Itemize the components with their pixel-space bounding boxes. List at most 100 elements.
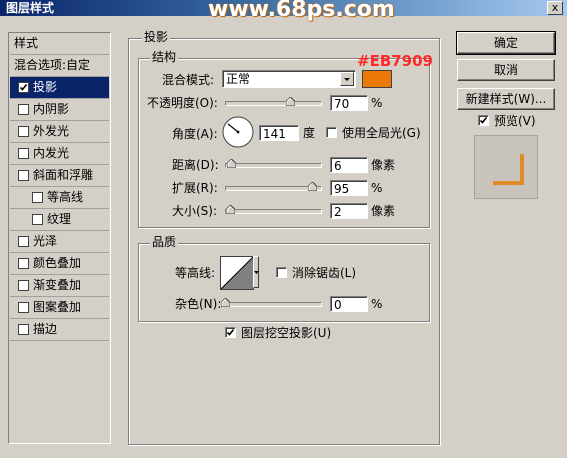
chevron-down-icon [254,271,259,274]
knockout-checkbox[interactable] [225,327,236,338]
cancel-button[interactable]: 取消 [457,59,555,81]
style-list-item-label: 内发光 [33,146,70,160]
new-style-button-label: 新建样式(W)... [465,92,547,106]
style-list-checkbox[interactable] [18,280,29,291]
style-list-checkbox[interactable] [32,192,43,203]
style-list-item[interactable]: 光泽 [10,231,109,253]
blend-mode-value: 正常 [226,72,251,86]
spread-slider-thumb[interactable] [307,182,317,191]
style-list-item[interactable]: 渐变叠加 [10,275,109,297]
style-list-item[interactable]: 混合选项:自定 [10,55,109,77]
style-list-item[interactable]: 斜面和浮雕 [10,165,109,187]
style-list-checkbox[interactable] [18,82,29,93]
noise-label: 杂色(N): [175,297,222,311]
noise-input[interactable]: 0 [330,296,368,312]
style-list-item-label: 斜面和浮雕 [33,168,94,182]
distance-value: 6 [334,159,342,173]
opacity-slider-thumb[interactable] [285,97,295,106]
style-list-item[interactable]: 纹理 [10,209,109,231]
style-list-checkbox[interactable] [18,104,29,115]
style-list-item[interactable]: 外发光 [10,121,109,143]
spread-value: 95 [334,182,350,196]
chevron-down-icon [344,78,350,81]
size-slider-thumb[interactable] [225,205,235,214]
style-list-checkbox[interactable] [18,236,29,247]
angle-dial[interactable] [221,115,255,149]
spread-input[interactable]: 95 [330,180,368,196]
antialias-checkbox[interactable] [276,267,287,278]
ok-button-label: 确定 [493,36,518,50]
quality-title: 品质 [150,235,179,249]
style-list-item[interactable]: 内发光 [10,143,109,165]
new-style-button[interactable]: 新建样式(W)... [457,88,555,110]
contour-label: 等高线: [175,266,216,280]
opacity-value: 70 [334,97,350,111]
layer-style-dialog: 图层样式 www.68ps.com x 样式 混合选项:自定 投影 内阴影 外发光 内发… [0,0,567,458]
size-input[interactable]: 2 [330,203,368,219]
blend-mode-label: 混合模式: [162,73,215,87]
style-list-item-label: 渐变叠加 [33,278,82,292]
style-list-item-label: 外发光 [33,124,70,138]
drop-shadow-title: 投影 [142,30,171,44]
distance-slider-track[interactable] [225,163,322,168]
style-list-item-label: 光泽 [33,234,58,248]
contour-dropdown[interactable] [253,256,259,288]
style-list-item[interactable]: 图案叠加 [10,297,109,319]
cancel-button-label: 取消 [493,63,518,77]
style-list: 样式 混合选项:自定投影内阴影外发光内发光斜面和浮雕等高线纹理光泽颜色叠加渐变叠… [8,32,111,444]
global-light-checkbox[interactable] [326,127,337,138]
style-list-checkbox[interactable] [18,324,29,335]
opacity-input[interactable]: 70 [330,95,368,111]
color-annotation: #EB7909 [357,52,433,70]
dropdown-button[interactable] [340,72,354,86]
opacity-label: 不透明度(O): [147,96,218,110]
angle-label: 角度(A): [172,127,218,141]
style-list-checkbox[interactable] [18,170,29,181]
size-unit: 像素 [371,204,396,218]
angle-input[interactable]: 141 [259,125,299,141]
noise-unit: % [371,297,383,311]
close-icon: x [551,1,559,14]
title-bar[interactable]: 图层样式 www.68ps.com x [0,0,567,22]
knockout-label: 图层挖空投影(U) [241,326,332,340]
shadow-color-swatch[interactable] [362,70,392,88]
style-list-checkbox[interactable] [18,258,29,269]
noise-slider-track[interactable] [221,302,322,307]
style-list-item-label: 内阴影 [33,102,70,116]
style-list-item[interactable]: 等高线 [10,187,109,209]
opacity-slider-track[interactable] [225,101,322,106]
style-list-checkbox[interactable] [18,302,29,313]
style-list-item-label: 混合选项:自定 [14,58,91,72]
ok-button[interactable]: 确定 [456,31,556,55]
noise-slider-thumb[interactable] [221,298,230,307]
style-list-item-label: 等高线 [47,190,84,204]
global-light-label: 使用全局光(G) [342,126,421,140]
spread-label: 扩展(R): [172,181,218,195]
style-list-checkbox[interactable] [18,148,29,159]
angle-value: 141 [263,127,286,141]
distance-unit: 像素 [371,158,396,172]
style-preview-thumbnail [474,135,538,199]
style-list-item[interactable]: 颜色叠加 [10,253,109,275]
style-list-item-label: 投影 [33,80,58,94]
size-value: 2 [334,205,342,219]
blend-mode-select[interactable]: 正常 [222,70,356,88]
style-list-checkbox[interactable] [32,214,43,225]
style-list-item-label: 描边 [33,322,58,336]
style-list-header-label: 样式 [14,36,39,50]
watermark-text: www.68ps.com [208,0,395,22]
angle-dial-icon [222,116,254,148]
contour-preview[interactable] [220,256,254,290]
style-list-item[interactable]: 内阴影 [10,99,109,121]
contour-picker[interactable] [220,256,260,290]
style-list-item-label: 图案叠加 [33,300,82,314]
close-button[interactable]: x [547,1,563,15]
style-list-item[interactable]: 描边 [10,319,109,341]
distance-input[interactable]: 6 [330,157,368,173]
distance-slider-thumb[interactable] [226,159,236,168]
style-list-checkbox[interactable] [18,126,29,137]
size-slider-track[interactable] [225,209,322,214]
style-list-item[interactable]: 投影 [10,77,109,99]
angle-unit: 度 [303,126,316,140]
preview-checkbox[interactable] [478,115,489,126]
